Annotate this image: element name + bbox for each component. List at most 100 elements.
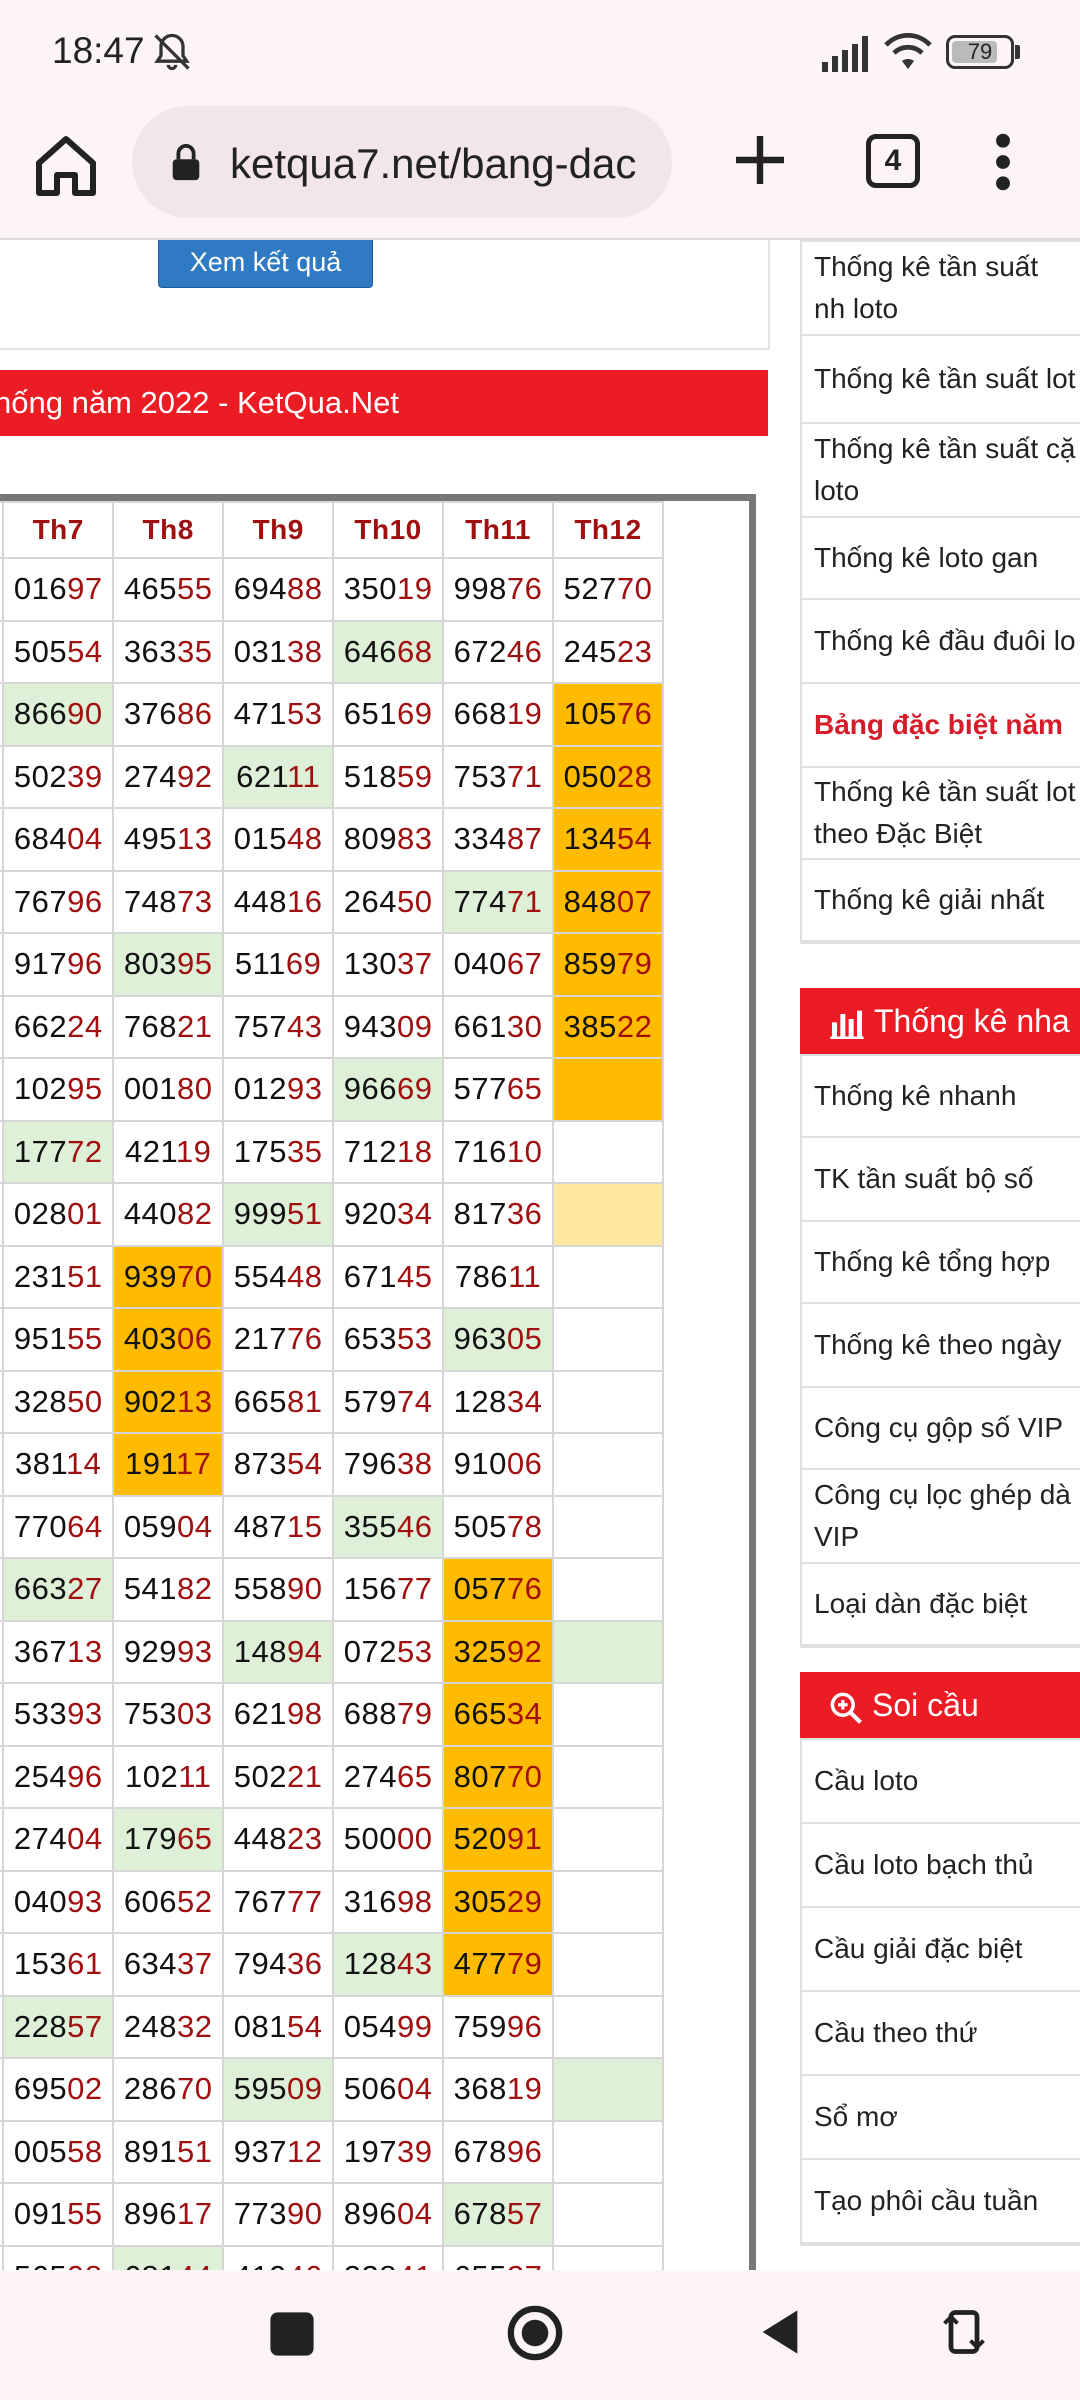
number-tail: 13 (177, 821, 213, 857)
number-tail: 19 (175, 1133, 212, 1169)
number-tail: 93 (287, 1071, 323, 1107)
result-cell: 31698 (332, 1869, 445, 1934)
table-row: 72285724832081540549975996 (0, 1994, 664, 2059)
number-tail: 96 (67, 883, 103, 919)
view-results-button[interactable]: Xem kết quả (158, 240, 373, 288)
rotate-screen-icon[interactable] (942, 2306, 986, 2358)
result-cell: 21776 (222, 1307, 335, 1372)
result-cell: 74873 (112, 869, 225, 934)
number-head: 102 (13, 1071, 68, 1107)
number-tail: 43 (396, 1946, 433, 1982)
result-cell (552, 1119, 664, 1184)
sidebar-link[interactable]: Cầu loto bạch thủ (802, 1824, 1080, 1908)
sidebar-link-label: Cầu giải đặc biệt (814, 1933, 1023, 1964)
home-icon[interactable] (30, 130, 102, 202)
bell-muted-icon (154, 33, 190, 71)
number-tail: 93 (67, 1696, 103, 1732)
number-tail: 13 (177, 1383, 213, 1419)
number-head: 175 (233, 1133, 287, 1169)
number-head: 334 (453, 821, 507, 857)
result-cell: 25496 (2, 1744, 115, 1809)
number-tail: 69 (396, 1071, 433, 1107)
sidebar-link[interactable]: Thống kê tần suất cặ loto (802, 424, 1080, 518)
number-tail: 54 (67, 633, 103, 669)
number-head: 197 (343, 2133, 397, 2169)
number-head: 753 (123, 1696, 178, 1732)
table-row: 7662247682175743943096613038522 (0, 994, 664, 1059)
sidebar-link[interactable]: Công cụ gộp số VIP (802, 1388, 1080, 1470)
number-head: 939 (123, 1258, 178, 1294)
sidebar-link[interactable]: Cầu theo thứ (802, 1992, 1080, 2076)
number-tail: 00 (396, 1821, 433, 1857)
sidebar-link[interactable]: Thống kê giải nhất (802, 860, 1080, 942)
sidebar-link[interactable]: Cầu giải đặc biệt (802, 1908, 1080, 1992)
number-head: 929 (123, 1633, 178, 1669)
number-head: 102 (124, 1758, 179, 1794)
sidebar-link[interactable]: Cầu loto (802, 1740, 1080, 1824)
table-row: 5659868144419462284165527 (0, 2244, 664, 2270)
sidebar-link[interactable]: Bảng đặc biệt năm (802, 684, 1080, 768)
sidebar-link[interactable]: Thống kê tần suất lot theo Đặc Biệt (802, 768, 1080, 860)
sidebar-link[interactable]: Loại dàn đặc biệt (802, 1564, 1080, 1646)
number-head: 873 (233, 1446, 287, 1482)
sidebar-link[interactable]: Thống kê tần suất nh loto (802, 242, 1080, 336)
number-head: 217 (233, 1321, 287, 1357)
table-row: 86950228670595095060436819 (0, 2057, 664, 2122)
result-cell: 17965 (112, 1807, 225, 1872)
number-tail: 70 (616, 571, 653, 607)
sidebar-link[interactable]: Thống kê tần suất lot (802, 336, 1080, 424)
number-head: 653 (343, 1321, 397, 1357)
number-head: 527 (563, 571, 617, 607)
result-cell: 44823 (222, 1807, 335, 1872)
result-cell: 67246 (442, 619, 555, 684)
number-head: 091 (13, 2196, 68, 2232)
number-head: 487 (233, 1508, 287, 1544)
results-table-container[interactable]: Th7Th8Th9Th10Th11Th12 801697465556948835… (0, 494, 756, 2270)
table-row: 03671392993148940725332592 (0, 1619, 664, 1684)
result-cell: 68879 (332, 1682, 445, 1747)
number-head: 231 (13, 1258, 68, 1294)
sidebar-link[interactable]: Thống kê đầu đuôi lo (802, 600, 1080, 684)
new-tab-plus-icon[interactable] (728, 128, 792, 192)
sidebar-link[interactable]: Tạo phôi cầu tuần (802, 2160, 1080, 2244)
number-tail: 95 (177, 946, 213, 982)
number-head: 328 (13, 1383, 68, 1419)
number-head: 663 (13, 1571, 68, 1607)
sidebar-link[interactable]: Sổ mơ (802, 2076, 1080, 2160)
tab-switcher-button[interactable]: 4 (866, 134, 920, 188)
home-circle-icon[interactable] (506, 2304, 564, 2362)
number-head: 917 (13, 946, 68, 982)
recents-icon[interactable] (268, 2310, 316, 2358)
result-cell: 19117 (112, 1432, 225, 1497)
sidebar-link[interactable]: Thống kê theo ngày (802, 1304, 1080, 1388)
result-cell: 62198 (222, 1682, 335, 1747)
result-cell: 96669 (332, 1057, 445, 1122)
number-head: 774 (453, 883, 507, 919)
sidebar-link[interactable]: Thống kê nhanh (802, 1056, 1080, 1138)
number-tail: 38 (287, 633, 323, 669)
table-row: 47706405904487153554650578 (0, 1494, 664, 1559)
sidebar-link[interactable]: Công cụ lọc ghép dà VIP (802, 1470, 1080, 1564)
sidebar-link[interactable]: TK tần suất bộ số (802, 1138, 1080, 1222)
address-bar[interactable]: ketqua7.net/bang-dac (132, 106, 672, 218)
result-cell: 05028 (552, 744, 664, 809)
back-triangle-icon[interactable] (758, 2306, 802, 2358)
number-tail: 79 (506, 1946, 543, 1982)
number-tail: 11 (287, 758, 321, 794)
sidebar-link[interactable]: Thống kê loto gan (802, 518, 1080, 600)
number-head: 031 (233, 633, 287, 669)
number-head: 368 (453, 2071, 507, 2107)
number-tail: 65 (177, 1821, 213, 1857)
number-head: 350 (343, 571, 397, 607)
sidebar-link-label: Công cụ lọc ghép dà VIP (814, 1479, 1071, 1552)
number-head: 177 (13, 1133, 68, 1169)
sidebar-link[interactable]: Thống kê tổng hợp (802, 1222, 1080, 1304)
table-row: 4767967487344816264507747184807 (0, 869, 664, 934)
result-cell: 92034 (332, 1182, 445, 1247)
number-head: 796 (343, 1446, 397, 1482)
overflow-menu-icon[interactable] (985, 130, 1021, 194)
table-row: 40280144082999519203481736 (0, 1182, 664, 1247)
number-head: 896 (123, 2196, 178, 2232)
number-tail: 76 (506, 571, 543, 607)
number-tail: 72 (67, 1133, 103, 1169)
